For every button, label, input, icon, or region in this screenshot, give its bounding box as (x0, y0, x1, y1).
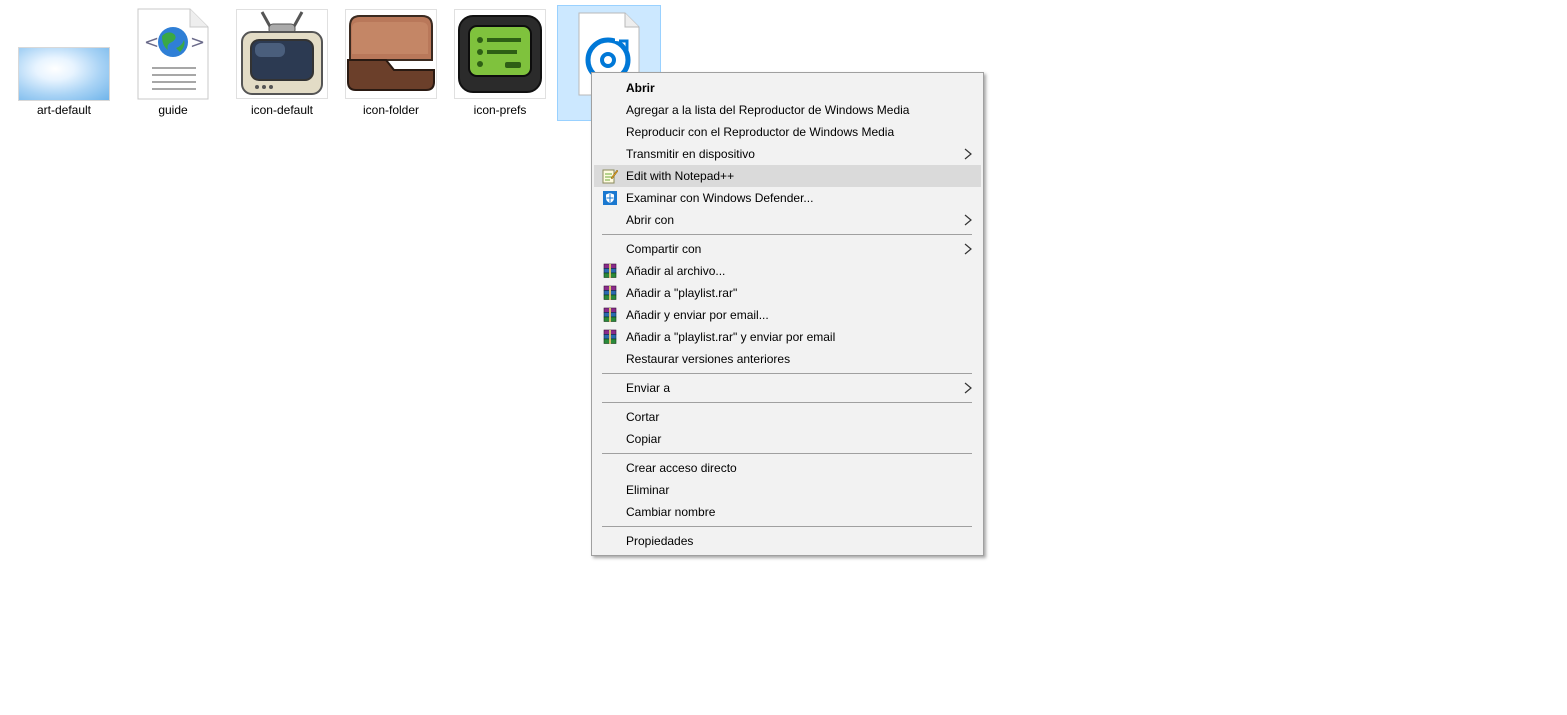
menu-item-rar-add-archive[interactable]: Añadir al archivo... (594, 260, 981, 282)
menu-item-open[interactable]: Abrir (594, 77, 981, 99)
context-menu: Abrir Agregar a la lista del Reproductor… (591, 72, 984, 556)
windows-defender-shield-icon (603, 191, 617, 205)
menu-item-rar-add-named[interactable]: Añadir a "playlist.rar" (594, 282, 981, 304)
menu-item-add-to-wmp-list[interactable]: Agregar a la lista del Reproductor de Wi… (594, 99, 981, 121)
menu-separator (602, 402, 972, 403)
menu-item-rar-add-named-email[interactable]: Añadir a "playlist.rar" y enviar por ema… (594, 326, 981, 348)
notepadpp-icon (602, 169, 618, 184)
menu-item-label: Copiar (626, 432, 662, 446)
menu-item-label: Restaurar versiones anteriores (626, 352, 791, 366)
menu-item-properties[interactable]: Propiedades (594, 530, 981, 552)
menu-item-cut[interactable]: Cortar (594, 406, 981, 428)
menu-item-label: Agregar a la lista del Reproductor de Wi… (626, 103, 910, 117)
chevron-right-icon (964, 148, 972, 160)
file-name: art-default (36, 103, 92, 117)
menu-item-label: Compartir con (626, 242, 702, 256)
menu-separator (602, 234, 972, 235)
menu-item-label: Añadir a "playlist.rar" (626, 286, 738, 300)
menu-item-send-to[interactable]: Enviar a (594, 377, 981, 399)
menu-item-play-with-wmp[interactable]: Reproducir con el Reproductor de Windows… (594, 121, 981, 143)
menu-item-label: Añadir al archivo... (626, 264, 726, 278)
menu-item-label: Añadir a "playlist.rar" y enviar por ema… (626, 330, 836, 344)
menu-item-cast-to-device[interactable]: Transmitir en dispositivo (594, 143, 981, 165)
file-icon-folder[interactable]: icon-folder (339, 5, 443, 121)
menu-item-label: Edit with Notepad++ (626, 169, 735, 183)
menu-item-scan-defender[interactable]: Examinar con Windows Defender... (594, 187, 981, 209)
file-guide[interactable]: < > guide (121, 5, 225, 121)
menu-item-rename[interactable]: Cambiar nombre (594, 501, 981, 523)
file-name: guide (158, 103, 188, 117)
menu-item-label: Reproducir con el Reproductor de Windows… (626, 125, 895, 139)
menu-separator (602, 373, 972, 374)
chevron-right-icon (964, 382, 972, 394)
menu-item-label: Enviar a (626, 381, 671, 395)
winrar-icon (603, 307, 617, 322)
menu-item-share-with[interactable]: Compartir con (594, 238, 981, 260)
svg-text:<: < (144, 32, 159, 53)
menu-separator (602, 453, 972, 454)
file-icon-default[interactable]: icon-default (230, 5, 334, 121)
chevron-right-icon (964, 214, 972, 226)
menu-item-label: Crear acceso directo (626, 461, 737, 475)
menu-item-label: Abrir con (626, 213, 675, 227)
winrar-icon (603, 285, 617, 300)
menu-item-label: Examinar con Windows Defender... (626, 191, 814, 205)
menu-item-label: Cambiar nombre (626, 505, 716, 519)
green-screen-device-icon (454, 9, 546, 99)
menu-item-delete[interactable]: Eliminar (594, 479, 981, 501)
menu-item-label: Propiedades (626, 534, 694, 548)
menu-item-copy[interactable]: Copiar (594, 428, 981, 450)
menu-item-restore-versions[interactable]: Restaurar versiones anteriores (594, 348, 981, 370)
html-document-globe-icon: < > (136, 8, 210, 100)
brown-folder-icon (345, 9, 437, 99)
menu-item-rar-add-email[interactable]: Añadir y enviar por email... (594, 304, 981, 326)
menu-item-label: Transmitir en dispositivo (626, 147, 755, 161)
winrar-icon (603, 263, 617, 278)
svg-text:>: > (190, 32, 205, 53)
menu-item-edit-notepadpp[interactable]: Edit with Notepad++ (594, 165, 981, 187)
menu-item-label: Eliminar (626, 483, 670, 497)
sky-image-thumbnail (18, 47, 110, 101)
retro-tv-icon (236, 9, 328, 99)
menu-separator (602, 526, 972, 527)
file-name: icon-folder (362, 103, 420, 117)
file-icon-prefs[interactable]: icon-prefs (448, 5, 552, 121)
menu-item-label: Abrir (626, 81, 655, 95)
menu-item-label: Añadir y enviar por email... (626, 308, 769, 322)
file-name: icon-prefs (473, 103, 527, 117)
file-art-default[interactable]: art-default (12, 5, 116, 121)
winrar-icon (603, 329, 617, 344)
file-name: icon-default (250, 103, 314, 117)
menu-item-label: Cortar (626, 410, 660, 424)
menu-item-open-with[interactable]: Abrir con (594, 209, 981, 231)
chevron-right-icon (964, 243, 972, 255)
menu-item-create-shortcut[interactable]: Crear acceso directo (594, 457, 981, 479)
